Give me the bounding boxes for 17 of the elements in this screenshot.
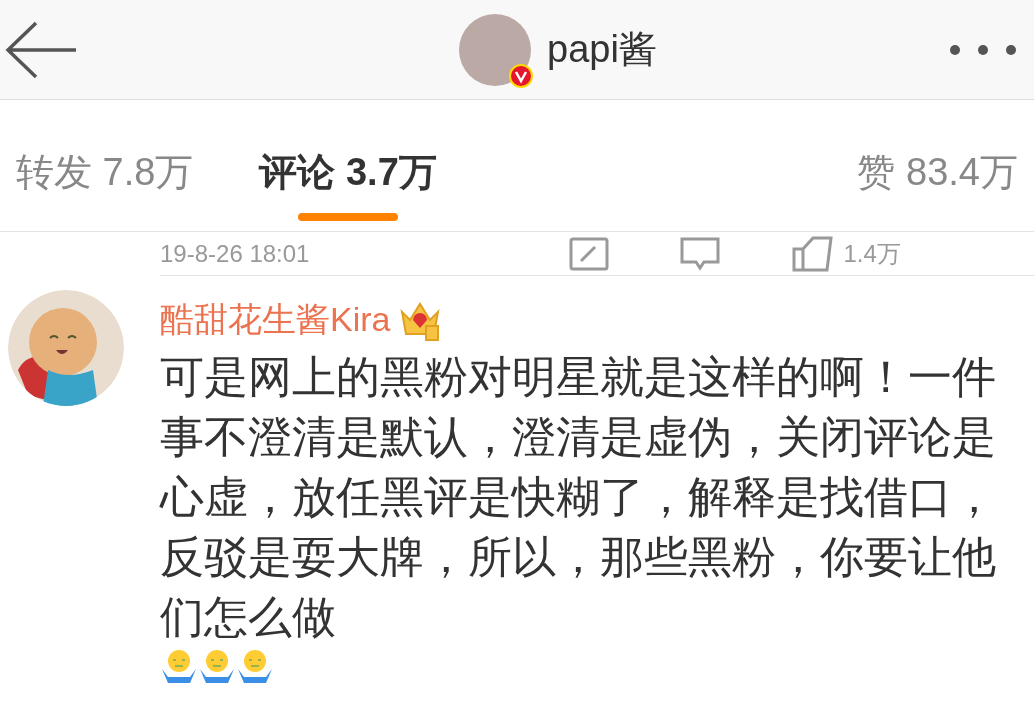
tab[interactable]: 评论 3.7万 (259, 100, 437, 231)
more-icon[interactable] (948, 42, 1018, 57)
back-icon[interactable] (4, 20, 78, 79)
shrug-emoji-icon (198, 647, 236, 685)
shrug-emoji-icon (160, 647, 198, 685)
avatar-cartoon-icon[interactable] (8, 290, 124, 406)
post-time: 19-8-26 18:01 (160, 238, 310, 269)
shrug-emoji-icon (236, 647, 274, 685)
like-count: 1.4万 (843, 238, 901, 269)
comment-username[interactable]: 酷甜花生酱Kira (160, 294, 391, 345)
edit-icon[interactable] (569, 236, 610, 271)
thumbs-up-icon[interactable] (791, 234, 836, 273)
comment-text: 可是网上的黑粉对明星就是这样的啊！一件事不澄清是默认，澄清是虚伪，关闭评论是心虚，放任黑评是快糊了，解释是找借口，反驳是耍大牌，所以，那些黑粉，你要让他们怎么做 (160, 351, 997, 643)
header-title: papi酱 (547, 27, 657, 72)
comment-icon[interactable] (679, 235, 722, 272)
tab[interactable]: 赞 83.4万 (857, 100, 1018, 231)
tab[interactable]: 转发 7.8万 (16, 100, 194, 231)
